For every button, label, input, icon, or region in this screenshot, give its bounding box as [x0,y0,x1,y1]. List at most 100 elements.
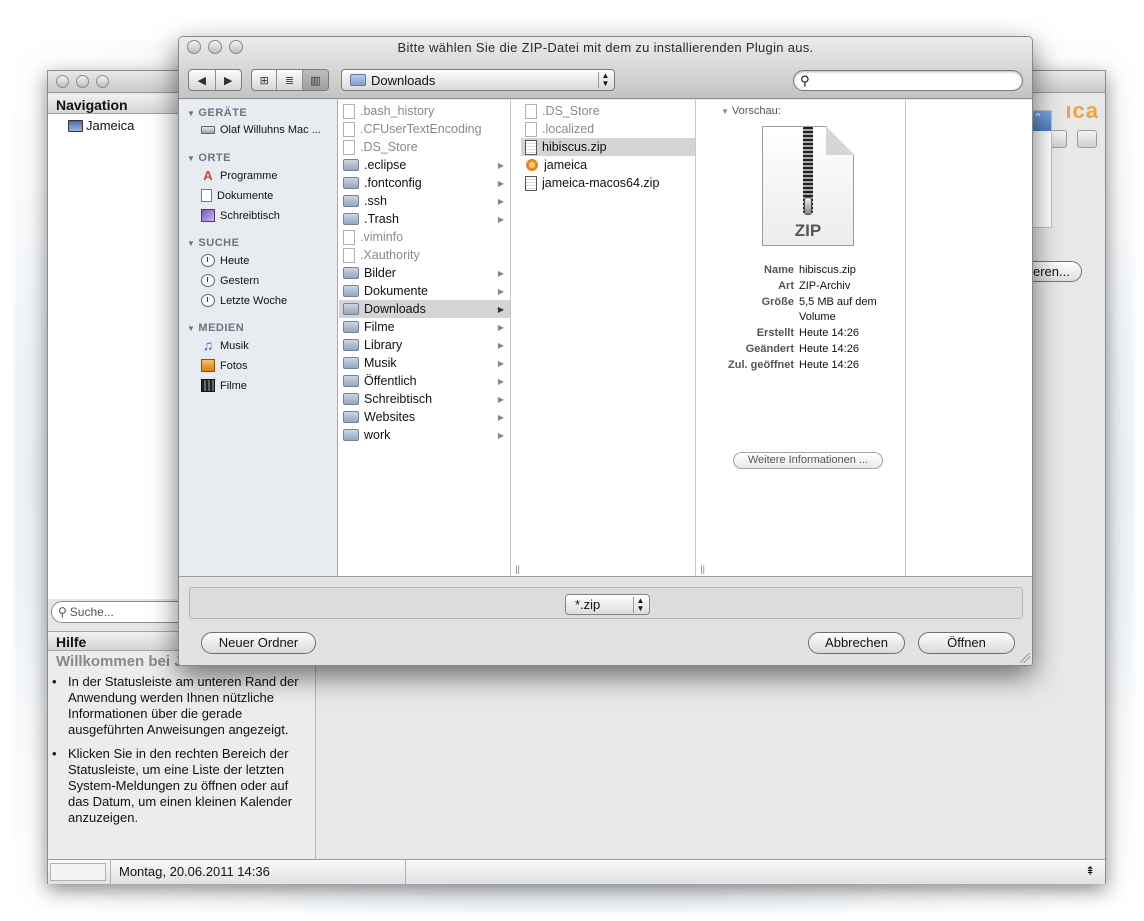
photos-icon [201,359,215,372]
status-progress [50,863,106,881]
column-resize-handle[interactable]: || [515,564,520,574]
sidebar-item-filme[interactable]: Filme [201,379,247,392]
documents-icon [201,189,212,202]
file-icon [343,121,355,137]
sidebar-item-heute[interactable]: Heute [201,254,249,267]
status-toggle-icon[interactable]: ⇞ [1085,864,1095,878]
list-item[interactable]: .DS_Store [339,138,510,156]
list-item-label: Library [364,338,403,352]
more-info-button[interactable]: Weitere Informationen ... [733,452,883,469]
list-item[interactable]: Library ▶ [339,336,510,354]
sidebar-item-label: Musik [220,339,249,352]
list-item[interactable]: .fontconfig ▶ [339,174,510,192]
list-item-label: Bilder [364,266,396,280]
column-view-button[interactable]: ▥ [302,70,328,90]
list-item[interactable]: Schreibtisch ▶ [339,390,510,408]
disclosure-arrow-icon: ▶ [497,376,505,386]
preview-meta-row: Geändert Heute 14:26 [709,342,905,357]
forward-button[interactable]: ▶ [216,70,242,90]
clock-icon [201,274,215,287]
preview-meta-row: Art ZIP-Archiv [709,279,905,294]
open-button[interactable]: Öffnen [918,632,1015,654]
disclosure-arrow-icon: ▶ [497,430,505,440]
back-button[interactable]: ◀ [189,70,216,90]
folder-icon [343,429,359,441]
sidebar-item-dokumente[interactable]: Dokumente [201,189,273,202]
sidebar-item-label: Gestern [220,274,260,287]
list-item[interactable]: .viminfo [339,228,510,246]
sidebar-item-fotos[interactable]: Fotos [201,359,248,372]
preview-meta-key: Geändert [745,343,794,355]
updown-arrows-icon: ▲ ▼ [633,597,645,613]
sidebar-item-mac[interactable]: Olaf Willuhns Mac ... [201,124,321,136]
dialog-title: Bitte wählen Sie die ZIP-Datei mit dem z… [397,40,814,55]
disclosure-arrow-icon: ▶ [497,268,505,278]
column-downloads: || .DS_Store .localized hibiscus.zip jameic… [521,100,705,576]
cancel-button[interactable]: Abbrechen [808,632,905,654]
file-open-dialog: Bitte wählen Sie die ZIP-Datei mit dem z… [178,36,1033,666]
list-item-label: .viminfo [360,230,404,244]
list-view-button[interactable]: ≣ [277,70,303,90]
collapse-icon[interactable]: ⌃ [1033,111,1043,125]
status-date[interactable]: Montag, 20.06.2011 14:36 [110,860,406,884]
new-folder-button[interactable]: Neuer Ordner [201,632,316,654]
list-item[interactable]: .ssh ▶ [339,192,510,210]
file-type-filter[interactable]: *.zip ▲ ▼ [565,594,650,615]
list-item-label: Dokumente [364,284,428,298]
list-item[interactable]: Bilder ▶ [339,264,510,282]
file-icon [343,103,355,119]
list-item[interactable]: Websites ▶ [339,408,510,426]
sidebar-item-musik[interactable]: ♫ Musik [201,338,249,352]
sidebar-item-gestern[interactable]: Gestern [201,274,259,287]
list-item[interactable]: .Trash ▶ [339,210,510,228]
list-item[interactable]: Downloads ▶ [339,300,510,318]
list-item[interactable]: Dokumente ▶ [339,282,510,300]
list-item[interactable]: .eclipse ▶ [339,156,510,174]
list-item-label: Filme [364,320,395,334]
list-item[interactable]: Öffentlich ▶ [339,372,510,390]
icon-view-button[interactable]: ⊞ [252,70,278,90]
preview-meta-row: Erstellt Heute 14:26 [709,326,905,341]
disclosure-arrow-icon: ▶ [497,178,505,188]
sidebar: GERÄTE Olaf Willuhns Mac ... ORTE A Prog… [179,100,338,576]
preview-meta-row: Name hibiscus.zip [709,263,905,278]
list-item[interactable]: .DS_Store [521,102,695,120]
column-resize-handle[interactable]: || [700,564,705,574]
help-item: In der Statusleiste am unteren Rand der … [52,674,307,738]
preview-meta-key: Art [778,280,794,292]
zoom-icon[interactable] [96,75,109,88]
close-icon[interactable] [56,75,69,88]
file-icon [343,229,355,245]
resize-grip-icon[interactable] [1020,653,1030,663]
search-icon: ⚲ [800,72,810,88]
list-item[interactable]: jameica-macos64.zip [521,174,695,192]
preview-meta-row: Zul. geöffnet Heute 14:26 [709,358,905,373]
list-item[interactable]: Musik ▶ [339,354,510,372]
sidebar-item-schreibtisch[interactable]: Schreibtisch [201,209,280,222]
folder-icon [343,285,359,297]
list-item[interactable]: Filme ▶ [339,318,510,336]
sidebar-item-letzte-woche[interactable]: Letzte Woche [201,294,287,307]
nav-item-jameica[interactable]: Jameica [68,118,134,133]
sidebar-item-programme[interactable]: A Programme [201,169,277,182]
minimize-icon[interactable] [76,75,89,88]
list-item[interactable]: .localized [521,120,695,138]
folder-icon [343,159,359,171]
list-item[interactable]: hibiscus.zip [521,138,695,156]
back-arrow-icon[interactable] [1077,130,1097,148]
dialog-search-input[interactable]: ⚲ [793,70,1023,91]
location-popup[interactable]: Downloads ▲ ▼ [341,69,615,91]
list-item[interactable]: work ▶ [339,426,510,444]
list-item[interactable]: .CFUserTextEncoding [339,120,510,138]
list-item[interactable]: .bash_history [339,102,510,120]
movies-icon [201,379,215,392]
list-item[interactable]: .Xauthority [339,246,510,264]
list-item-label: Websites [364,410,416,424]
list-item-label: Downloads [364,302,426,316]
list-item[interactable]: jameica [521,156,695,174]
folder-icon [343,357,359,369]
preview-column: Vorschau: ZIP Name hibiscus.zip Art ZIP-Arc… [709,100,915,576]
list-item-label: .bash_history [360,104,435,118]
downloads-folder-icon [350,74,366,86]
preview-meta-key: Name [764,264,794,276]
